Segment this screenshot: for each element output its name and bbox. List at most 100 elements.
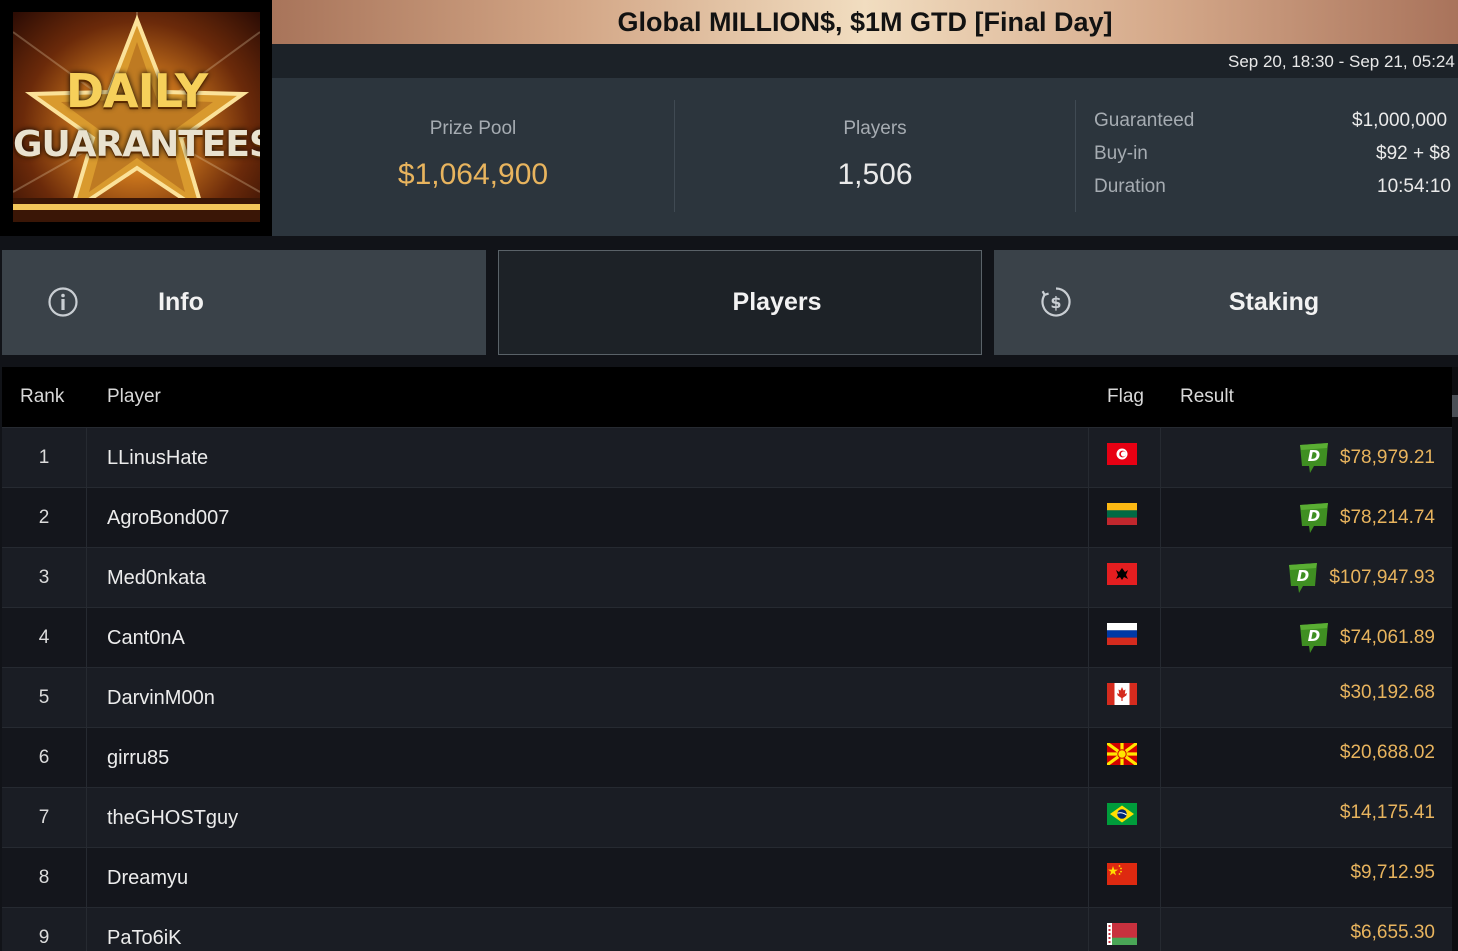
column-header-flag[interactable]: Flag — [1107, 386, 1144, 408]
table-row[interactable]: 8 Dreamyu $9,712.95 — [2, 847, 1452, 908]
flag-cell — [1088, 548, 1161, 608]
players-label: Players — [843, 118, 907, 139]
date-bar: Sep 20, 18:30 - Sep 21, 05:24 — [272, 44, 1458, 78]
rank-cell: 3 — [2, 548, 87, 608]
player-name[interactable]: PaTo6iK — [107, 908, 182, 951]
result-cell: D $74,061.89 — [1296, 622, 1435, 654]
tab-players[interactable]: Players — [498, 250, 982, 355]
flag-cell — [1088, 788, 1161, 848]
rank-cell: 2 — [2, 488, 87, 548]
china-flag-icon — [1107, 863, 1137, 885]
result-cell: $30,192.68 — [1330, 682, 1435, 704]
column-header-rank[interactable]: Rank — [20, 386, 64, 408]
result-amount: $6,655.30 — [1350, 922, 1435, 943]
detail-key: Duration — [1094, 176, 1166, 197]
tab-info[interactable]: Info — [2, 250, 486, 355]
svg-text:D: D — [1297, 567, 1309, 585]
result-amount: $78,979.21 — [1339, 447, 1435, 468]
tab-players-label: Players — [732, 288, 822, 316]
flag-cell — [1088, 908, 1161, 951]
player-name[interactable]: Med0nkata — [107, 548, 206, 608]
result-cell: $9,712.95 — [1340, 862, 1435, 884]
brazil-flag-icon — [1107, 803, 1137, 825]
logo-title-line2: GUARANTEES — [13, 124, 260, 165]
players-stat: Players 1,506 — [675, 78, 1075, 236]
flag-cell — [1088, 608, 1161, 668]
table-row[interactable]: 6 girru85 $20,688.02 — [2, 727, 1452, 788]
table-row[interactable]: 2 AgroBond007 D $78,214.74 — [2, 487, 1452, 548]
result-cell: D $78,214.74 — [1296, 502, 1435, 534]
deal-badge-icon: D — [1299, 443, 1328, 473]
result-amount: $9,712.95 — [1350, 862, 1435, 883]
player-name[interactable]: Dreamyu — [107, 848, 188, 908]
svg-text:D: D — [1308, 447, 1320, 465]
rank-cell: 5 — [2, 668, 87, 728]
flag-cell — [1088, 848, 1161, 908]
stats-panel: Prize Pool $1,064,900 Players 1,506 Guar… — [272, 78, 1458, 236]
player-name[interactable]: AgroBond007 — [107, 488, 229, 548]
table-row[interactable]: 5 DarvinM00n $30,192.68 — [2, 667, 1452, 728]
rank-cell: 8 — [2, 848, 87, 908]
table-row[interactable]: 9 PaTo6iK $6,655.30 — [2, 907, 1452, 951]
detail-value: $1,000,000 — [1352, 110, 1448, 131]
tournament-details: Guaranteed $1,000,000 Buy-in $92 + $8 Du… — [1094, 110, 1458, 209]
player-name[interactable]: LLinusHate — [107, 428, 208, 488]
flag-cell — [1088, 488, 1161, 548]
logo-image: DAILY GUARANTEES — [13, 12, 260, 222]
player-name[interactable]: girru85 — [107, 728, 169, 788]
detail-value: 10:54:10 — [1377, 176, 1451, 197]
scrollbar-thumb[interactable] — [1452, 395, 1458, 417]
table-row[interactable]: 4 Cant0nA D $74,061.89 — [2, 607, 1452, 668]
detail-key: Buy-in — [1094, 143, 1148, 164]
rank-cell: 6 — [2, 728, 87, 788]
result-amount: $78,214.74 — [1339, 507, 1435, 528]
tournament-title-bar: Global MILLION$, $1M GTD [Final Day] — [272, 0, 1458, 44]
detail-duration: Duration 10:54:10 — [1094, 176, 1458, 209]
belarus-flag-icon — [1107, 923, 1137, 945]
result-amount: $30,192.68 — [1339, 682, 1435, 703]
divider — [1075, 100, 1076, 212]
prize-pool-label: Prize Pool — [429, 118, 517, 139]
result-cell: D $78,979.21 — [1296, 442, 1435, 474]
detail-value: $92 + $8 — [1376, 143, 1451, 164]
column-header-result[interactable]: Result — [1180, 386, 1234, 408]
svg-text:D: D — [1308, 507, 1320, 525]
rank-cell: 1 — [2, 428, 87, 488]
result-amount: $14,175.41 — [1339, 802, 1435, 823]
table-row[interactable]: 1 LLinusHate D $78,979.21 — [2, 427, 1452, 488]
result-cell: $14,175.41 — [1330, 802, 1435, 824]
tab-bar: Info Players $ Staking — [0, 236, 1458, 367]
result-amount: $74,061.89 — [1339, 627, 1435, 648]
column-header-player[interactable]: Player — [107, 386, 161, 408]
tunisia-flag-icon — [1107, 443, 1137, 465]
albania-flag-icon — [1107, 563, 1137, 585]
rank-cell: 7 — [2, 788, 87, 848]
result-cell: D $107,947.93 — [1285, 562, 1435, 594]
player-name[interactable]: DarvinM00n — [107, 668, 215, 728]
table-row[interactable]: 7 theGHOSTguy $14,175.41 — [2, 787, 1452, 848]
players-table: Rank Player Flag Result 1 LLinusHate D $78,… — [2, 367, 1452, 951]
tab-staking-label: Staking — [1228, 288, 1320, 316]
flag-cell — [1088, 428, 1161, 488]
table-row[interactable]: 3 Med0nkata D $107,947.93 — [2, 547, 1452, 608]
north-macedonia-flag-icon — [1107, 743, 1137, 765]
player-name[interactable]: Cant0nA — [107, 608, 185, 668]
result-cell: $20,688.02 — [1330, 742, 1435, 764]
tab-info-label: Info — [158, 288, 204, 316]
flag-cell — [1088, 668, 1161, 728]
scrollbar[interactable] — [1452, 367, 1458, 951]
rank-cell: 9 — [2, 908, 87, 951]
logo-title-line1: DAILY — [65, 64, 208, 118]
tab-staking[interactable]: $ Staking — [994, 250, 1458, 355]
detail-guaranteed: Guaranteed $1,000,000 — [1094, 110, 1458, 143]
tournament-dates: Sep 20, 18:30 - Sep 21, 05:24 — [1228, 52, 1455, 71]
result-amount: $20,688.02 — [1339, 742, 1435, 763]
deal-badge-icon: D — [1299, 503, 1328, 533]
lithuania-flag-icon — [1107, 503, 1137, 525]
detail-buy-in: Buy-in $92 + $8 — [1094, 143, 1458, 176]
deal-badge-icon: D — [1299, 623, 1328, 653]
prize-pool-value: $1,064,900 — [397, 158, 549, 191]
canada-flag-icon — [1107, 683, 1137, 705]
player-name[interactable]: theGHOSTguy — [107, 788, 238, 848]
svg-text:D: D — [1308, 627, 1320, 645]
